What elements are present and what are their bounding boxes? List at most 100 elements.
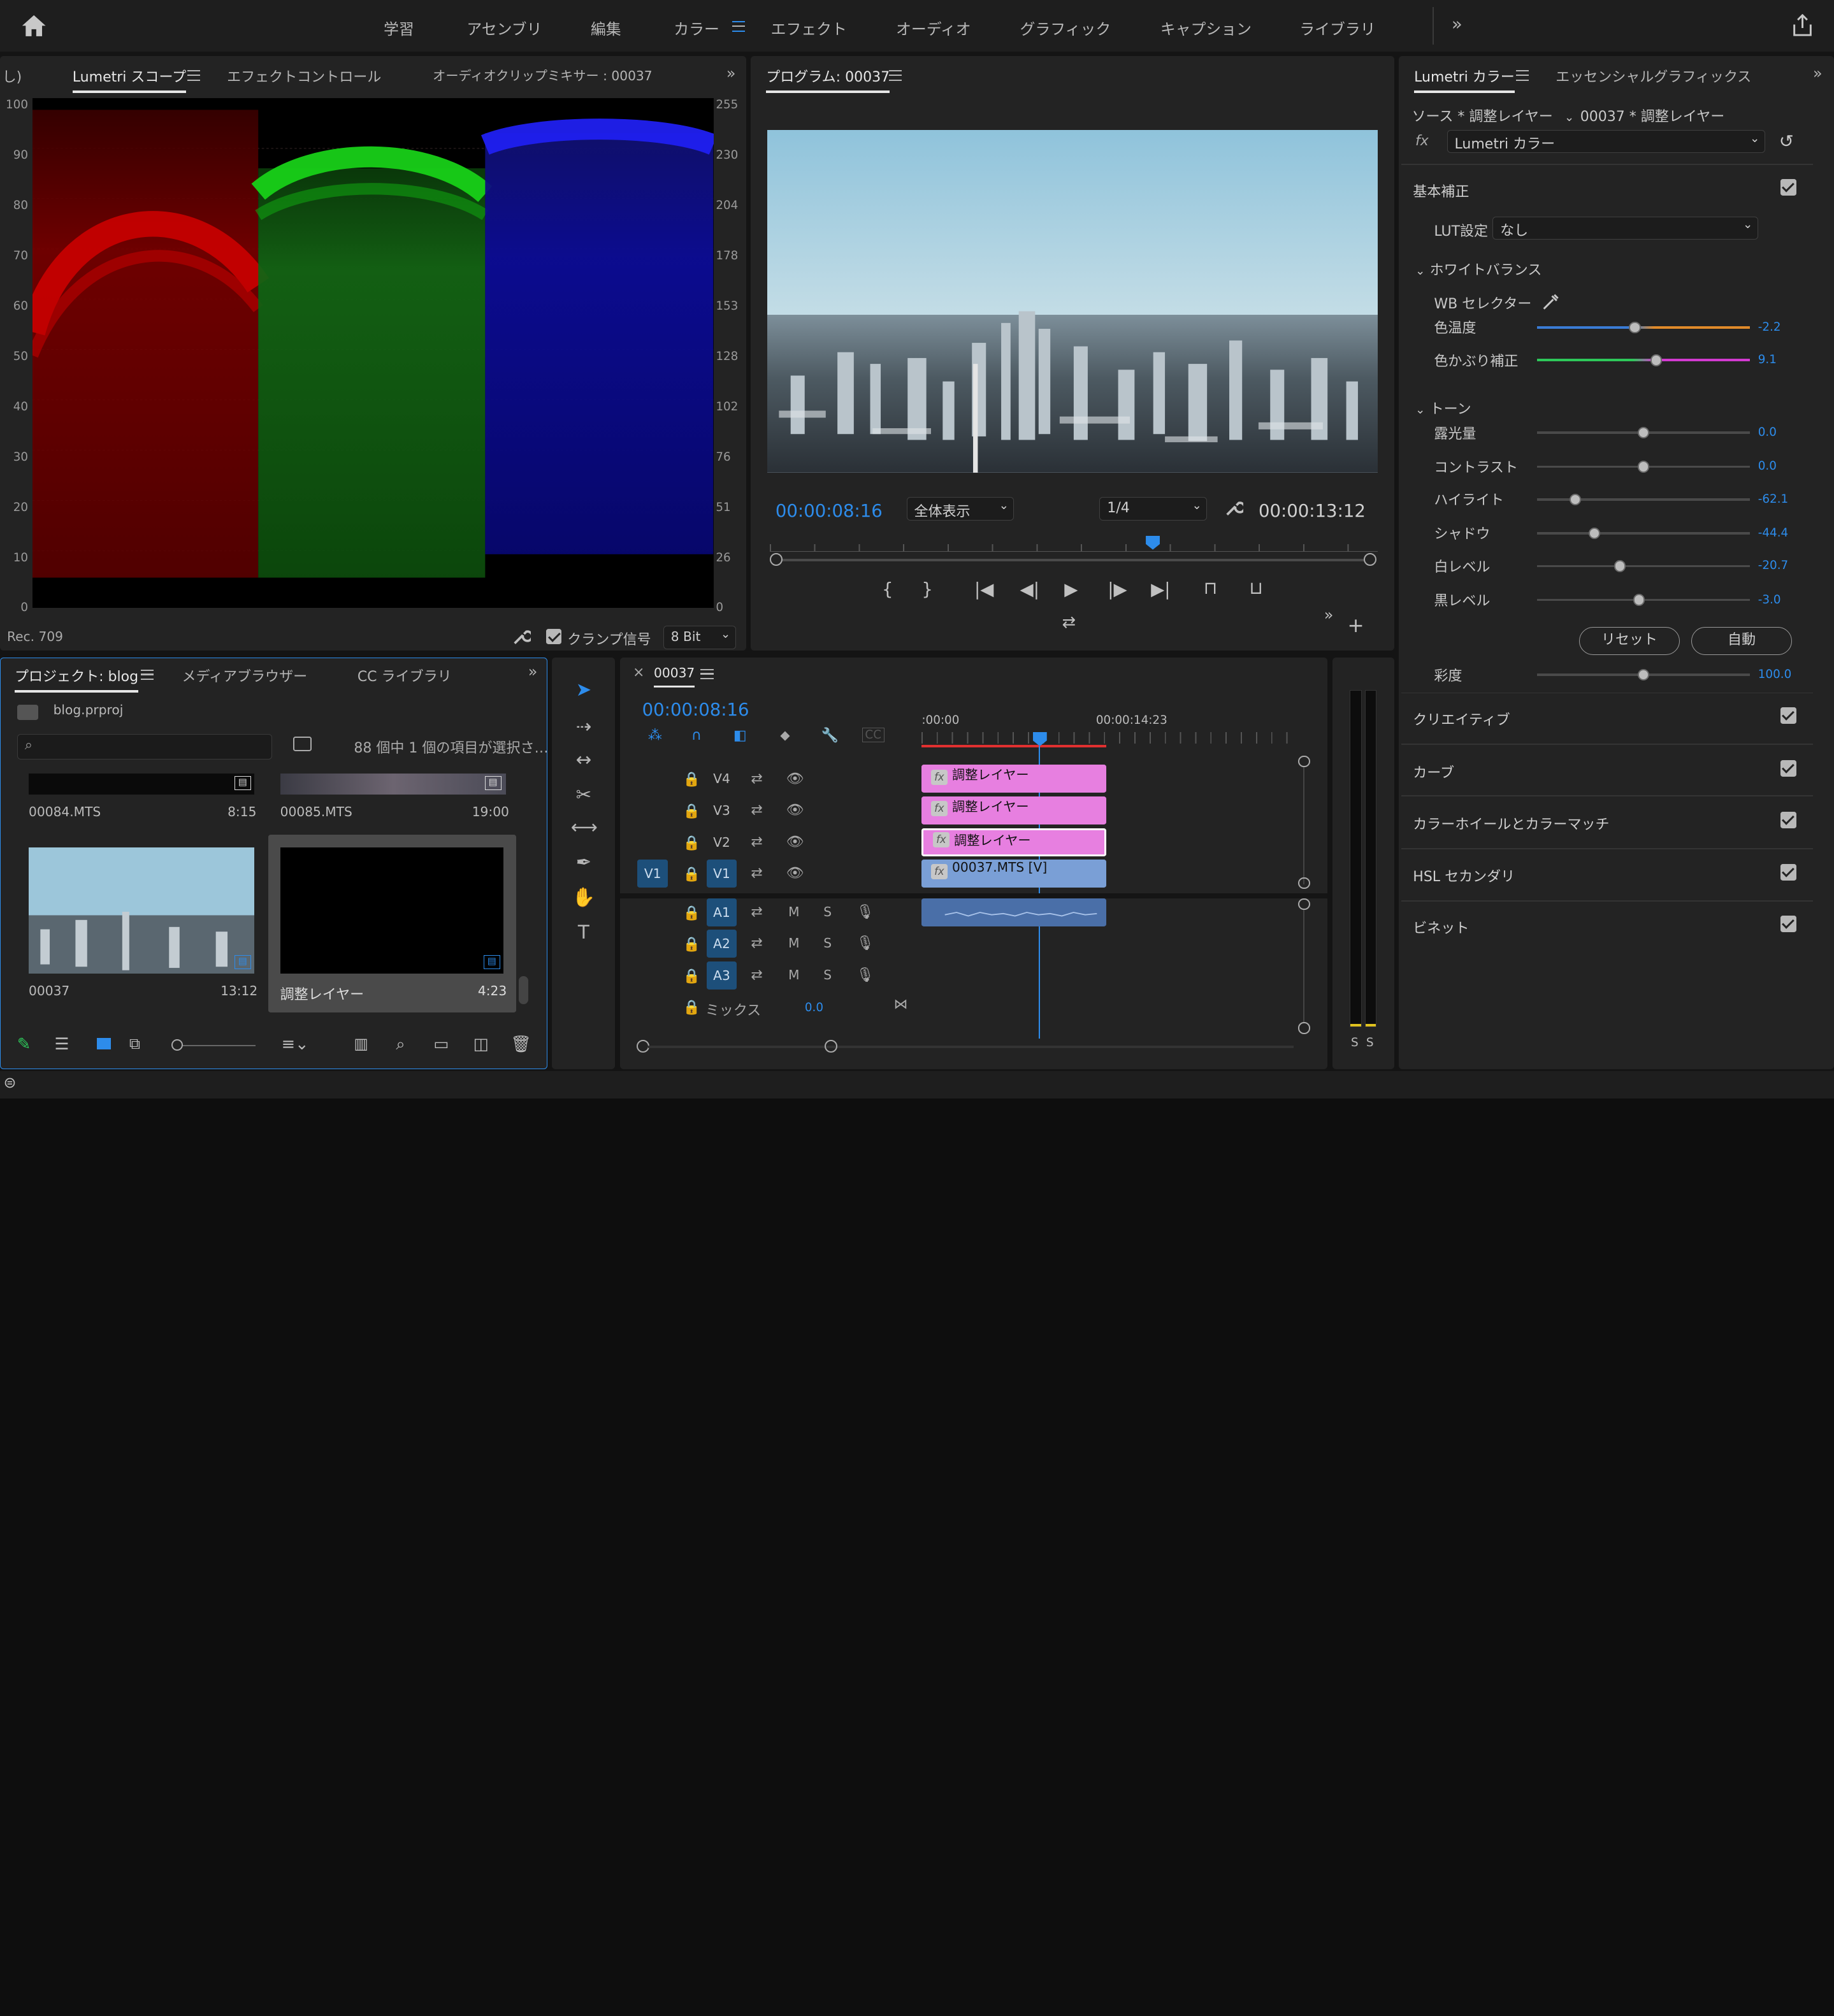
vignette-checkbox[interactable] (1780, 916, 1797, 932)
hand-tool-icon[interactable]: ✋ (571, 886, 596, 909)
clip-adjustment-v2-selected[interactable]: fx 調整レイヤー (921, 828, 1107, 856)
saturation-value[interactable]: 100.0 (1758, 668, 1792, 681)
basic-correction-header[interactable]: 基本補正 (1413, 180, 1469, 201)
slider-value[interactable]: 0.0 (1758, 459, 1777, 473)
lock-icon[interactable]: 🔒 (683, 803, 700, 819)
slider-knob[interactable] (1637, 461, 1650, 473)
track-a2[interactable]: A2 (706, 930, 737, 958)
icon-view-icon[interactable] (96, 1038, 111, 1050)
solo-right-button[interactable]: S (1366, 1036, 1374, 1049)
panel-menu-icon[interactable] (888, 70, 902, 81)
program-monitor-title[interactable]: プログラム: 00037 (766, 66, 890, 94)
tab-media-browser[interactable]: メディアブラウザー (182, 665, 308, 686)
resolution-dropdown[interactable]: 1/4 ⌄ (1099, 497, 1208, 521)
scroll-handle-top[interactable] (1298, 898, 1310, 910)
captions-icon[interactable]: CC (862, 727, 885, 742)
comparison-view-icon[interactable]: ⇄ (1062, 613, 1076, 632)
mark-out-icon[interactable]: } (921, 579, 933, 600)
find-icon[interactable]: ⌕ (396, 1035, 405, 1055)
go-to-in-icon[interactable]: |◀ (974, 579, 993, 600)
clip-video-v1[interactable]: fx 00037.MTS [V] (921, 860, 1107, 888)
solo-button[interactable]: S (823, 904, 832, 919)
thumbnail-00037[interactable] (29, 847, 255, 974)
slider-knob[interactable] (1629, 321, 1641, 334)
sync-lock-icon[interactable]: ⇄ (751, 865, 762, 881)
sync-lock-icon[interactable]: ⇄ (751, 904, 762, 920)
slider-track[interactable] (1536, 498, 1750, 501)
source-selector[interactable]: ソース * 調整レイヤー ⌄ (1412, 105, 1574, 126)
eye-icon[interactable]: 👁 (786, 834, 804, 850)
panel-menu-icon[interactable] (700, 668, 714, 680)
microphone-icon[interactable]: 🎙 (856, 904, 874, 920)
creative-checkbox[interactable] (1780, 707, 1797, 724)
slider-knob[interactable] (1650, 354, 1663, 366)
horizontal-scrollbar[interactable] (647, 1045, 1294, 1048)
mark-in-icon[interactable]: { (882, 579, 893, 600)
scroll-handle-bottom[interactable] (1298, 877, 1310, 889)
linked-selection-icon[interactable]: ◧ (733, 728, 747, 744)
slider-value[interactable]: 9.1 (1758, 353, 1777, 366)
slider-knob[interactable] (1633, 594, 1645, 606)
vertical-scrollbar[interactable] (1303, 910, 1304, 1023)
current-timecode[interactable]: 00:00:08:16 (776, 501, 883, 521)
solo-button[interactable]: S (823, 935, 832, 951)
lock-icon[interactable]: 🔒 (683, 937, 700, 953)
trash-icon[interactable]: 🗑 (510, 1035, 531, 1054)
slider-value[interactable]: -3.0 (1758, 593, 1781, 607)
slip-tool-icon[interactable]: ⟷ (571, 816, 598, 838)
snap-icon[interactable]: ∩ (691, 728, 702, 744)
play-icon[interactable]: ▶ (1064, 579, 1078, 600)
slider-track[interactable] (1536, 532, 1750, 535)
curves-header[interactable]: カーブ (1413, 761, 1454, 782)
scroll-handle-top[interactable] (1298, 755, 1310, 768)
home-icon[interactable] (21, 14, 47, 38)
workspace-color[interactable]: カラー (674, 17, 719, 39)
tab-audio-clip-mixer[interactable]: オーディオクリップミキサー : 00037 (433, 66, 652, 84)
tab-sequence[interactable]: 00037 (654, 665, 695, 688)
slider-track[interactable] (1536, 359, 1750, 362)
track-a1[interactable]: A1 (706, 898, 737, 926)
tab-effect-controls[interactable]: エフェクトコントロール (227, 66, 381, 86)
solo-left-button[interactable]: S (1351, 1036, 1359, 1049)
monitor-ruler[interactable] (769, 536, 1378, 552)
tab-project[interactable]: プロジェクト: blog (15, 665, 138, 693)
slider-track[interactable] (1536, 326, 1750, 329)
thumbnail-00085[interactable] (280, 774, 506, 795)
sort-icon[interactable]: ≡⌄ (282, 1035, 309, 1054)
tab-previous[interactable]: し) (3, 66, 22, 86)
timeline-playhead-head[interactable] (1032, 732, 1047, 747)
more-panels-icon[interactable]: » (726, 64, 736, 82)
search-field[interactable]: ⌕ (17, 733, 272, 760)
extract-icon[interactable]: ⊔ (1249, 578, 1262, 598)
wrench-icon[interactable] (512, 627, 531, 645)
workspace-captions[interactable]: キャプション (1160, 17, 1252, 39)
target-clip-label[interactable]: 00037 * 調整レイヤー (1580, 105, 1724, 126)
clip-adjustment-v3[interactable]: fx 調整レイヤー (921, 796, 1107, 825)
mute-button[interactable]: M (788, 935, 799, 951)
slider-knob[interactable] (1569, 493, 1582, 505)
pencil-icon[interactable]: ✎ (17, 1035, 31, 1054)
auto-button[interactable]: 自動 (1691, 626, 1792, 655)
add-button-icon[interactable]: + (1347, 614, 1364, 637)
workspace-audio[interactable]: オーディオ (896, 17, 971, 39)
wrench-icon[interactable] (1225, 498, 1244, 517)
tab-cc-libraries[interactable]: CC ライブラリ (357, 665, 452, 686)
workspace-effects[interactable]: エフェクト (771, 17, 847, 39)
step-forward-icon[interactable]: |▶ (1108, 579, 1127, 600)
new-item-icon[interactable]: ◫ (473, 1035, 489, 1054)
lock-icon[interactable]: 🔒 (683, 905, 700, 921)
sync-lock-icon[interactable]: ⇄ (751, 771, 762, 787)
slider-track[interactable] (1536, 565, 1750, 568)
white-balance-header[interactable]: ⌄ ホワイトバランス (1415, 259, 1542, 279)
tab-lumetri-color[interactable]: Lumetri カラー (1414, 66, 1515, 94)
workspace-editing[interactable]: 編集 (591, 17, 621, 39)
razor-tool-icon[interactable]: ✂ (571, 784, 596, 805)
creative-header[interactable]: クリエイティブ (1413, 709, 1510, 729)
lock-icon[interactable]: 🔒 (683, 1000, 700, 1016)
track-select-tool-icon[interactable]: ⇢ (571, 716, 596, 737)
sync-lock-icon[interactable]: ⇄ (751, 834, 762, 850)
clamp-signal-checkbox[interactable] (546, 629, 562, 645)
effect-dropdown[interactable]: Lumetri カラー ⌄ (1447, 129, 1765, 154)
eyedropper-icon[interactable] (1542, 292, 1560, 311)
share-icon[interactable] (1792, 14, 1813, 36)
